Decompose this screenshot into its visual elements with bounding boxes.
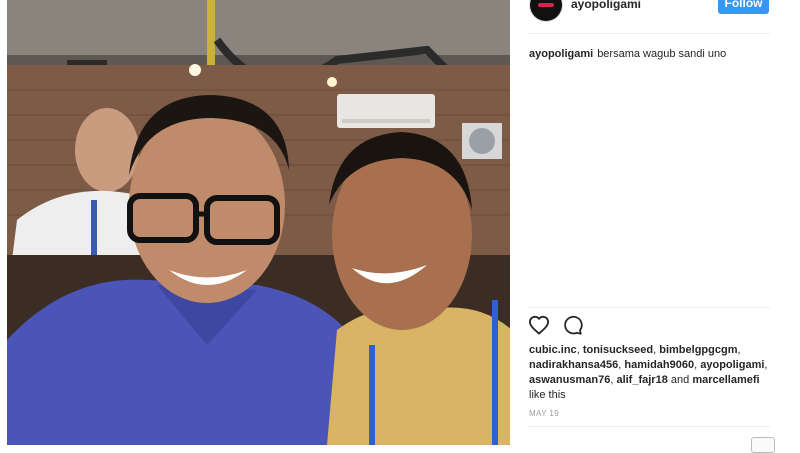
post-photo[interactable]	[7, 0, 510, 445]
caption-text: bersama wagub sandi uno	[597, 48, 727, 60]
likes-suffix: like this	[529, 389, 566, 401]
like-user[interactable]: tonisuckseed	[583, 344, 653, 356]
like-user[interactable]: ayopoligami	[700, 359, 764, 371]
caption-username[interactable]: ayopoligami	[529, 48, 593, 60]
like-user[interactable]: cubic.inc	[529, 344, 577, 356]
like-user[interactable]: bimbelgpgcgm	[659, 344, 737, 356]
actions-divider	[528, 307, 770, 308]
heart-icon[interactable]	[528, 315, 550, 335]
likes-and: and	[670, 374, 690, 386]
header-username[interactable]: ayopoligami	[571, 0, 641, 11]
more-options-button[interactable]	[751, 437, 775, 453]
like-user[interactable]: marcellamefi	[692, 374, 759, 386]
like-user[interactable]: nadirakhansa456	[529, 359, 618, 371]
post-caption: ayopoligami bersama wagub sandi uno	[529, 47, 769, 61]
header-divider	[528, 33, 770, 34]
comment-divider	[528, 426, 770, 427]
likes-list: cubic.inc, tonisuckseed, bimbelgpgcgm, n…	[529, 344, 768, 401]
like-user[interactable]: alif_fajr18	[616, 374, 667, 386]
like-user[interactable]: aswanusman76	[529, 374, 610, 386]
follow-button[interactable]: Follow	[718, 0, 769, 14]
post-date: MAY 19	[529, 409, 560, 418]
like-user[interactable]: hamidah9060	[624, 359, 694, 371]
selfie-image	[7, 0, 510, 445]
comment-icon[interactable]	[562, 315, 583, 336]
